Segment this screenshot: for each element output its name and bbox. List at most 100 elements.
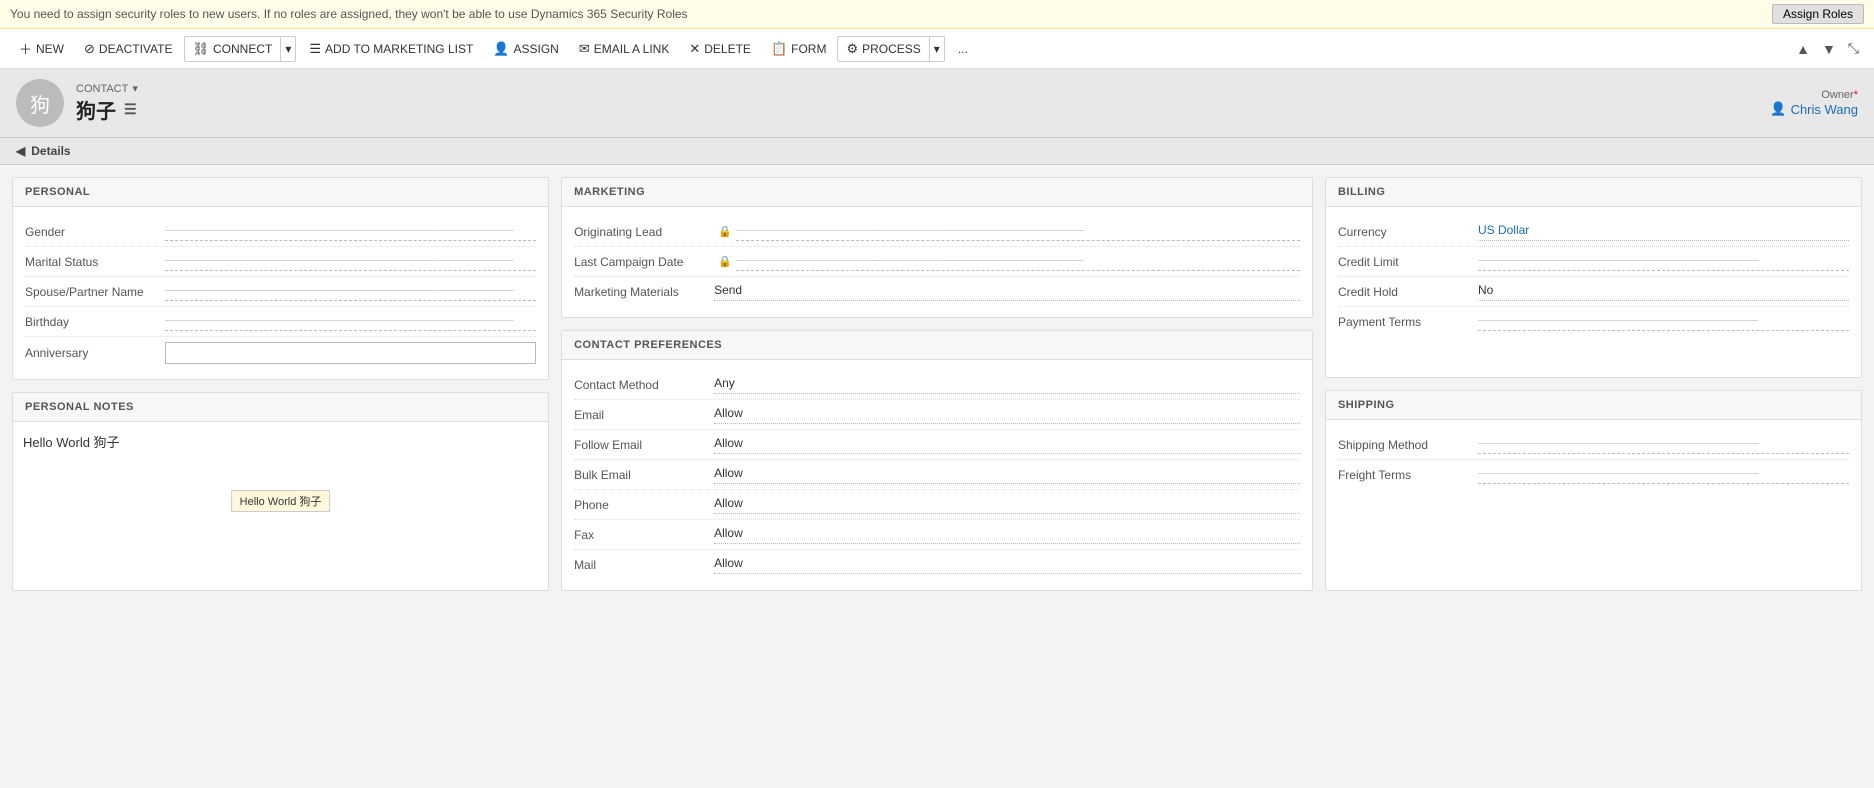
- connect-group: ⛓ CONNECT ▾: [184, 36, 297, 62]
- personal-panel: PERSONAL Gender ────────────────────────…: [12, 177, 549, 380]
- freight-terms-value[interactable]: ─────────────────────────────────: [1478, 466, 1849, 484]
- owner-name[interactable]: 👤 Chris Wang: [1770, 101, 1858, 117]
- credit-hold-value[interactable]: No: [1478, 283, 1849, 301]
- gender-value[interactable]: ────────────────────────────────────────…: [165, 223, 536, 241]
- bulk-email-value[interactable]: Allow: [714, 466, 1300, 484]
- avatar-letter: 狗: [30, 89, 50, 118]
- email-label: Email: [574, 408, 714, 422]
- spouse-name-label: Spouse/Partner Name: [25, 285, 165, 299]
- new-button[interactable]: ＋ NEW: [10, 34, 73, 63]
- contact-method-value[interactable]: Any: [714, 376, 1300, 394]
- owner-label: Owner*: [1770, 89, 1858, 101]
- assign-button[interactable]: 👤 ASSIGN: [484, 36, 568, 62]
- process-dropdown-button[interactable]: ▾: [929, 37, 944, 61]
- nav-down-button[interactable]: ▼: [1817, 39, 1841, 59]
- connect-label: CONNECT: [213, 42, 272, 56]
- contact-info: CONTACT ▾ 狗子 ☰: [76, 82, 138, 124]
- marketing-panel: MARKETING Originating Lead 🔒 ───────────…: [561, 177, 1313, 318]
- details-label: Details: [31, 144, 70, 158]
- connect-icon: ⛓: [193, 41, 210, 57]
- field-payment-terms: Payment Terms ──────────────────────────…: [1338, 307, 1849, 337]
- anniversary-input[interactable]: [165, 342, 536, 364]
- birthday-value[interactable]: ────────────────────────────────────────…: [165, 313, 536, 331]
- delete-button[interactable]: ✕ DELETE: [680, 36, 760, 62]
- fax-label: Fax: [574, 528, 714, 542]
- contact-menu-icon[interactable]: ☰: [124, 101, 137, 118]
- field-currency: Currency US Dollar: [1338, 217, 1849, 247]
- field-contact-method: Contact Method Any: [574, 370, 1300, 400]
- nav-up-button[interactable]: ▲: [1791, 39, 1815, 59]
- delete-icon: ✕: [689, 41, 700, 57]
- fax-value[interactable]: Allow: [714, 526, 1300, 544]
- originating-lead-value[interactable]: ────────────────────────────────────────…: [736, 223, 1300, 241]
- email-link-button[interactable]: ✉ EMAIL A LINK: [570, 36, 679, 62]
- contact-type-dropdown[interactable]: ▾: [132, 82, 138, 95]
- contact-preferences-panel: CONTACT PREFERENCES Contact Method Any E…: [561, 330, 1313, 591]
- billing-panel: BILLING Currency US Dollar Credit Limit …: [1325, 177, 1862, 378]
- field-credit-limit: Credit Limit ───────────────────────────…: [1338, 247, 1849, 277]
- currency-value[interactable]: US Dollar: [1478, 223, 1849, 241]
- contact-name: 狗子 ☰: [76, 95, 138, 124]
- process-button[interactable]: ⚙ PROCESS: [838, 37, 928, 61]
- field-mail: Mail Allow: [574, 550, 1300, 580]
- last-campaign-date-value[interactable]: ────────────────────────────────────────…: [736, 253, 1300, 271]
- mail-value[interactable]: Allow: [714, 556, 1300, 574]
- assign-icon: 👤: [493, 41, 509, 57]
- phone-value[interactable]: Allow: [714, 496, 1300, 514]
- field-last-campaign-date: Last Campaign Date 🔒 ───────────────────…: [574, 247, 1300, 277]
- marital-status-value[interactable]: ────────────────────────────────────────…: [165, 253, 536, 271]
- details-header[interactable]: ◀ Details: [0, 138, 1874, 165]
- assign-label: ASSIGN: [513, 42, 558, 56]
- shipping-panel: SHIPPING Shipping Method ───────────────…: [1325, 390, 1862, 591]
- add-to-marketing-button[interactable]: ☰ ADD TO MARKETING LIST: [300, 36, 482, 62]
- main-content: PERSONAL Gender ────────────────────────…: [0, 165, 1874, 603]
- marketing-header: MARKETING: [562, 178, 1312, 207]
- birthday-label: Birthday: [25, 315, 165, 329]
- more-button[interactable]: ...: [949, 37, 977, 61]
- connect-button[interactable]: ⛓ CONNECT: [185, 37, 281, 61]
- field-email: Email Allow: [574, 400, 1300, 430]
- phone-label: Phone: [574, 498, 714, 512]
- notes-area[interactable]: Hello World 狗子 Hello World 狗子: [13, 422, 548, 522]
- field-freight-terms: Freight Terms ──────────────────────────…: [1338, 460, 1849, 490]
- connect-dropdown-button[interactable]: ▾: [280, 37, 295, 61]
- shipping-method-label: Shipping Method: [1338, 438, 1478, 452]
- originating-lead-lock-icon: 🔒: [718, 225, 732, 238]
- details-collapse-icon: ◀: [16, 144, 25, 158]
- personal-header: PERSONAL: [13, 178, 548, 207]
- mail-label: Mail: [574, 558, 714, 572]
- credit-limit-value[interactable]: ─────────────────────────────────: [1478, 253, 1849, 271]
- follow-email-value[interactable]: Allow: [714, 436, 1300, 454]
- field-phone: Phone Allow: [574, 490, 1300, 520]
- freight-terms-label: Freight Terms: [1338, 468, 1478, 482]
- deactivate-label: DEACTIVATE: [99, 42, 173, 56]
- left-column: PERSONAL Gender ────────────────────────…: [12, 177, 549, 591]
- field-credit-hold: Credit Hold No: [1338, 277, 1849, 307]
- shipping-method-value[interactable]: ─────────────────────────────────: [1478, 436, 1849, 454]
- deactivate-button[interactable]: ⊘ DEACTIVATE: [75, 36, 181, 62]
- assign-roles-button[interactable]: Assign Roles: [1772, 4, 1864, 24]
- gender-label: Gender: [25, 225, 165, 239]
- payment-terms-value[interactable]: ─────────────────────────────────: [1478, 313, 1849, 331]
- new-icon: ＋: [19, 39, 32, 58]
- marketing-materials-value[interactable]: Send: [714, 283, 1300, 301]
- nav-expand-button[interactable]: ⤡: [1843, 38, 1864, 59]
- notes-text: Hello World 狗子: [23, 435, 120, 450]
- owner-person-icon: 👤: [1770, 101, 1786, 117]
- personal-body: Gender ─────────────────────────────────…: [13, 207, 548, 379]
- follow-email-label: Follow Email: [574, 438, 714, 452]
- last-campaign-date-label: Last Campaign Date: [574, 255, 714, 269]
- form-button[interactable]: 📋 FORM: [762, 36, 836, 62]
- email-value[interactable]: Allow: [714, 406, 1300, 424]
- field-gender: Gender ─────────────────────────────────…: [25, 217, 536, 247]
- email-icon: ✉: [579, 41, 590, 57]
- contact-header-left: 狗 CONTACT ▾ 狗子 ☰: [16, 79, 138, 127]
- field-bulk-email: Bulk Email Allow: [574, 460, 1300, 490]
- marketing-body: Originating Lead 🔒 ─────────────────────…: [562, 207, 1312, 317]
- spouse-name-value[interactable]: ────────────────────────────────────────…: [165, 283, 536, 301]
- billing-body: Currency US Dollar Credit Limit ────────…: [1326, 207, 1861, 347]
- process-label: PROCESS: [862, 42, 921, 56]
- add-to-marketing-label: ADD TO MARKETING LIST: [325, 42, 473, 56]
- shipping-header: SHIPPING: [1326, 391, 1861, 420]
- new-label: NEW: [36, 42, 64, 56]
